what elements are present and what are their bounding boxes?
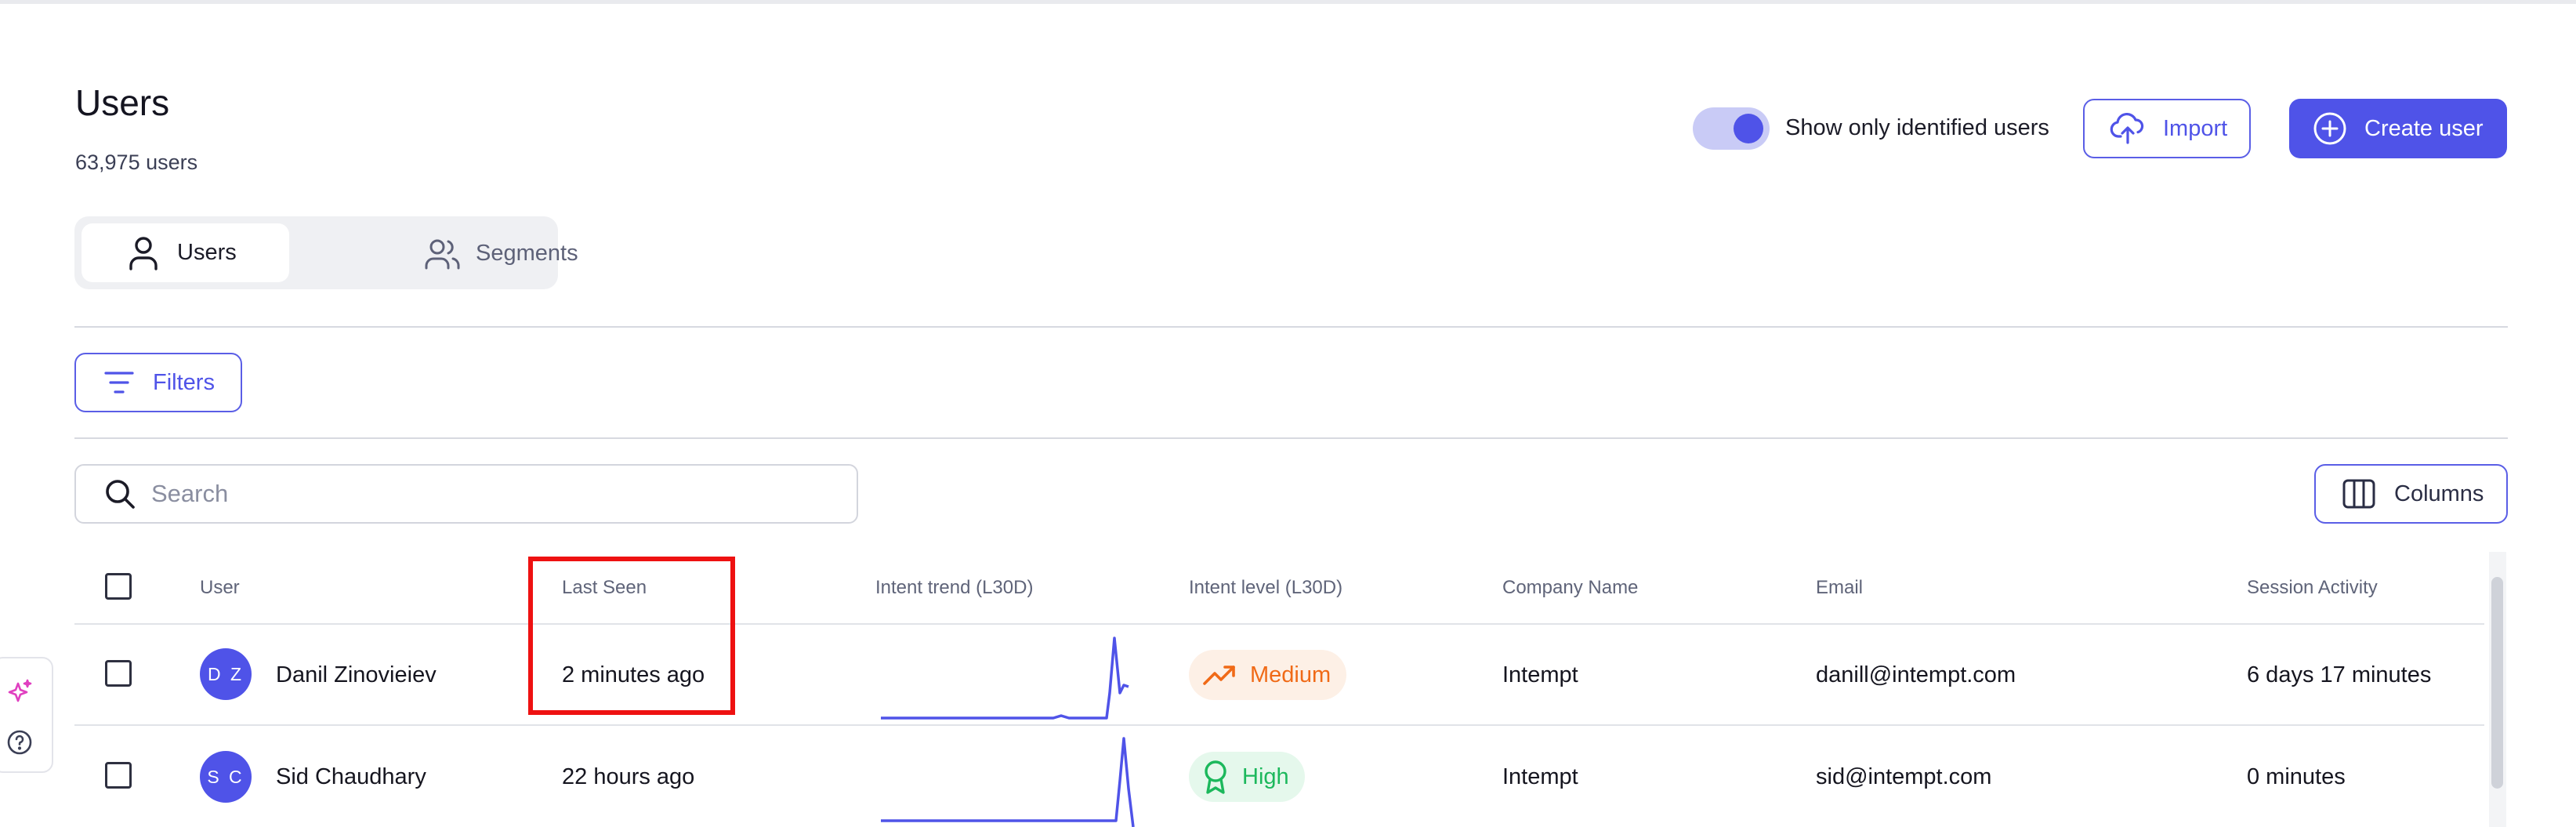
- last-seen: 22 hours ago: [562, 764, 695, 789]
- intent-level-badge: High: [1189, 752, 1305, 802]
- divider: [74, 437, 2508, 439]
- intent-level-label: Medium: [1250, 662, 1331, 687]
- scrollbar-thumb[interactable]: [2491, 577, 2503, 789]
- company-name: Intempt: [1502, 662, 1578, 687]
- company-name: Intempt: [1502, 764, 1578, 789]
- row-checkbox[interactable]: [105, 660, 132, 687]
- toggle-knob: [1734, 114, 1763, 143]
- avatar: S C: [200, 751, 252, 803]
- identified-users-toggle[interactable]: [1693, 107, 1770, 150]
- users-group-icon: [425, 239, 460, 270]
- search-input[interactable]: [151, 480, 817, 508]
- side-widget: [0, 657, 53, 773]
- intent-trend-sparkline: [881, 637, 1129, 720]
- create-user-button-label: Create user: [2364, 115, 2484, 141]
- column-header-session-activity[interactable]: Session Activity: [2247, 577, 2378, 599]
- row-divider: [74, 623, 2484, 625]
- view-tabs: Users Segments: [74, 216, 578, 289]
- tab-segments-label: Segments: [476, 241, 578, 266]
- session-activity: 0 minutes: [2247, 764, 2346, 789]
- avatar: D Z: [200, 648, 252, 700]
- tab-segments[interactable]: Segments: [346, 223, 578, 282]
- user-name[interactable]: Danil Zinovieiev: [276, 662, 437, 688]
- search-icon: [106, 480, 135, 509]
- sparkle-icon[interactable]: [6, 679, 33, 705]
- import-button-label: Import: [2163, 115, 2228, 141]
- search-field[interactable]: [74, 464, 858, 524]
- row-checkbox[interactable]: [105, 762, 132, 789]
- row-divider: [74, 724, 2484, 726]
- columns-button[interactable]: Columns: [2314, 464, 2508, 524]
- filter-icon: [104, 372, 134, 394]
- filters-button[interactable]: Filters: [74, 353, 242, 412]
- user-name[interactable]: Sid Chaudhary: [276, 764, 426, 790]
- email: sid@intempt.com: [1816, 764, 1992, 789]
- columns-icon: [2342, 479, 2375, 509]
- highlight-box: [528, 557, 735, 715]
- tab-users[interactable]: Users: [82, 223, 289, 282]
- filters-button-label: Filters: [153, 369, 215, 395]
- column-header-intent-level[interactable]: Intent level (L30D): [1189, 577, 1342, 599]
- columns-button-label: Columns: [2394, 481, 2484, 506]
- help-icon[interactable]: [6, 729, 33, 756]
- column-header-company[interactable]: Company Name: [1502, 577, 1638, 599]
- intent-level-badge: Medium: [1189, 650, 1347, 700]
- user-count: 63,975 users: [75, 151, 198, 174]
- import-button[interactable]: Import: [2083, 99, 2251, 158]
- column-header-intent-trend[interactable]: Intent trend (L30D): [875, 577, 1033, 599]
- create-user-button[interactable]: Create user: [2289, 99, 2507, 158]
- cloud-upload-icon: [2110, 113, 2144, 144]
- user-icon: [129, 236, 158, 270]
- trending-up-icon: [1203, 666, 1235, 685]
- intent-level-label: High: [1242, 764, 1289, 789]
- plus-circle-icon: [2313, 112, 2346, 145]
- session-activity: 6 days 17 minutes: [2247, 662, 2432, 687]
- top-border: [0, 0, 2576, 4]
- intent-trend-sparkline: [881, 737, 1135, 827]
- page-title: Users: [75, 82, 170, 123]
- email: danill@intempt.com: [1816, 662, 2016, 687]
- tab-users-label: Users: [177, 240, 237, 265]
- award-icon: [1205, 760, 1226, 794]
- divider: [74, 326, 2508, 328]
- column-header-user[interactable]: User: [200, 577, 240, 599]
- select-all-checkbox[interactable]: [105, 573, 132, 600]
- column-header-email[interactable]: Email: [1816, 577, 1863, 599]
- identified-users-toggle-label: Show only identified users: [1785, 115, 2049, 140]
